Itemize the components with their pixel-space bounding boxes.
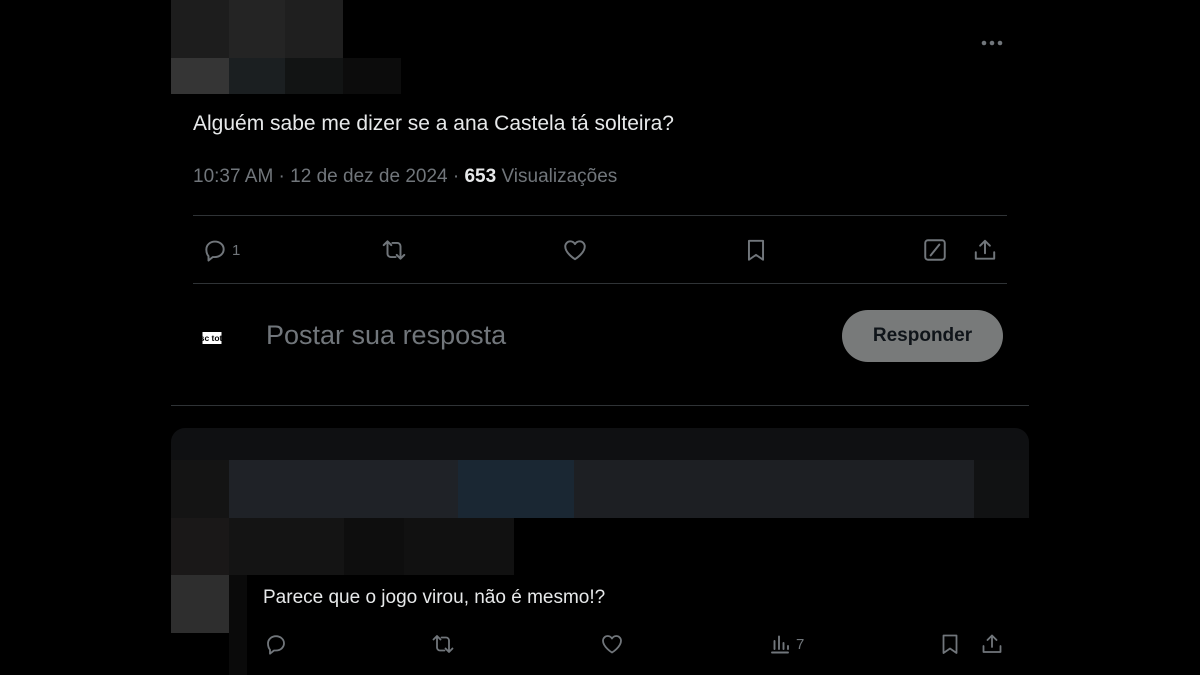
reply-input[interactable]: Postar sua resposta	[266, 320, 506, 351]
reply-reply-button[interactable]	[264, 632, 288, 656]
retweet-icon	[432, 635, 454, 653]
retweet-icon	[382, 240, 406, 260]
nsc-total-logo: nsc total	[202, 332, 229, 344]
reply-like-button[interactable]	[600, 632, 624, 656]
tweet-meta: 10:37 AM · 12 de dez de 2024 · 653 Visua…	[193, 166, 617, 188]
views-count: 653	[464, 166, 497, 187]
reply-views-button[interactable]: 7	[768, 632, 804, 656]
reply-retweet-button[interactable]	[431, 632, 455, 656]
reply-icon	[267, 635, 285, 655]
reply-count: 1	[232, 241, 241, 259]
reply-bookmark-button[interactable]	[938, 632, 962, 656]
reply-share-button[interactable]	[980, 632, 1004, 656]
reply-icon	[205, 240, 225, 262]
like-button[interactable]	[562, 237, 588, 263]
grok-button[interactable]	[922, 237, 948, 263]
retweet-button[interactable]	[381, 237, 407, 263]
divider	[171, 405, 1029, 406]
responder-button[interactable]: Responder	[842, 310, 1003, 362]
meta-separator: ·	[273, 166, 291, 187]
meta-separator: ·	[447, 166, 465, 187]
reply-text: Parece que o jogo virou, não é mesmo!?	[263, 587, 606, 608]
divider	[193, 215, 1007, 216]
bookmark-button[interactable]	[743, 237, 769, 263]
avatar[interactable]: nsc total	[200, 329, 246, 347]
share-icon	[982, 634, 1002, 653]
bookmark-icon	[942, 634, 958, 654]
like-icon	[564, 240, 586, 261]
more-icon	[981, 40, 1003, 46]
reply-views-count: 7	[796, 635, 805, 653]
grok-icon	[924, 239, 946, 261]
like-icon	[602, 635, 622, 654]
share-icon	[974, 239, 996, 260]
views-icon	[771, 635, 789, 654]
more-options-button[interactable]	[976, 30, 1008, 56]
share-button[interactable]	[972, 237, 998, 263]
reply-button[interactable]: 1	[202, 237, 240, 263]
tweet-time[interactable]: 10:37 AM	[193, 166, 273, 187]
views-label: Visualizações	[501, 166, 618, 187]
bookmark-icon	[747, 239, 765, 261]
divider	[193, 283, 1007, 284]
svg-text:nsc total: nsc total	[202, 333, 229, 343]
tweet-date[interactable]: 12 de dez de 2024	[290, 166, 447, 187]
tweet-text: Alguém sabe me dizer se a ana Castela tá…	[193, 112, 674, 135]
